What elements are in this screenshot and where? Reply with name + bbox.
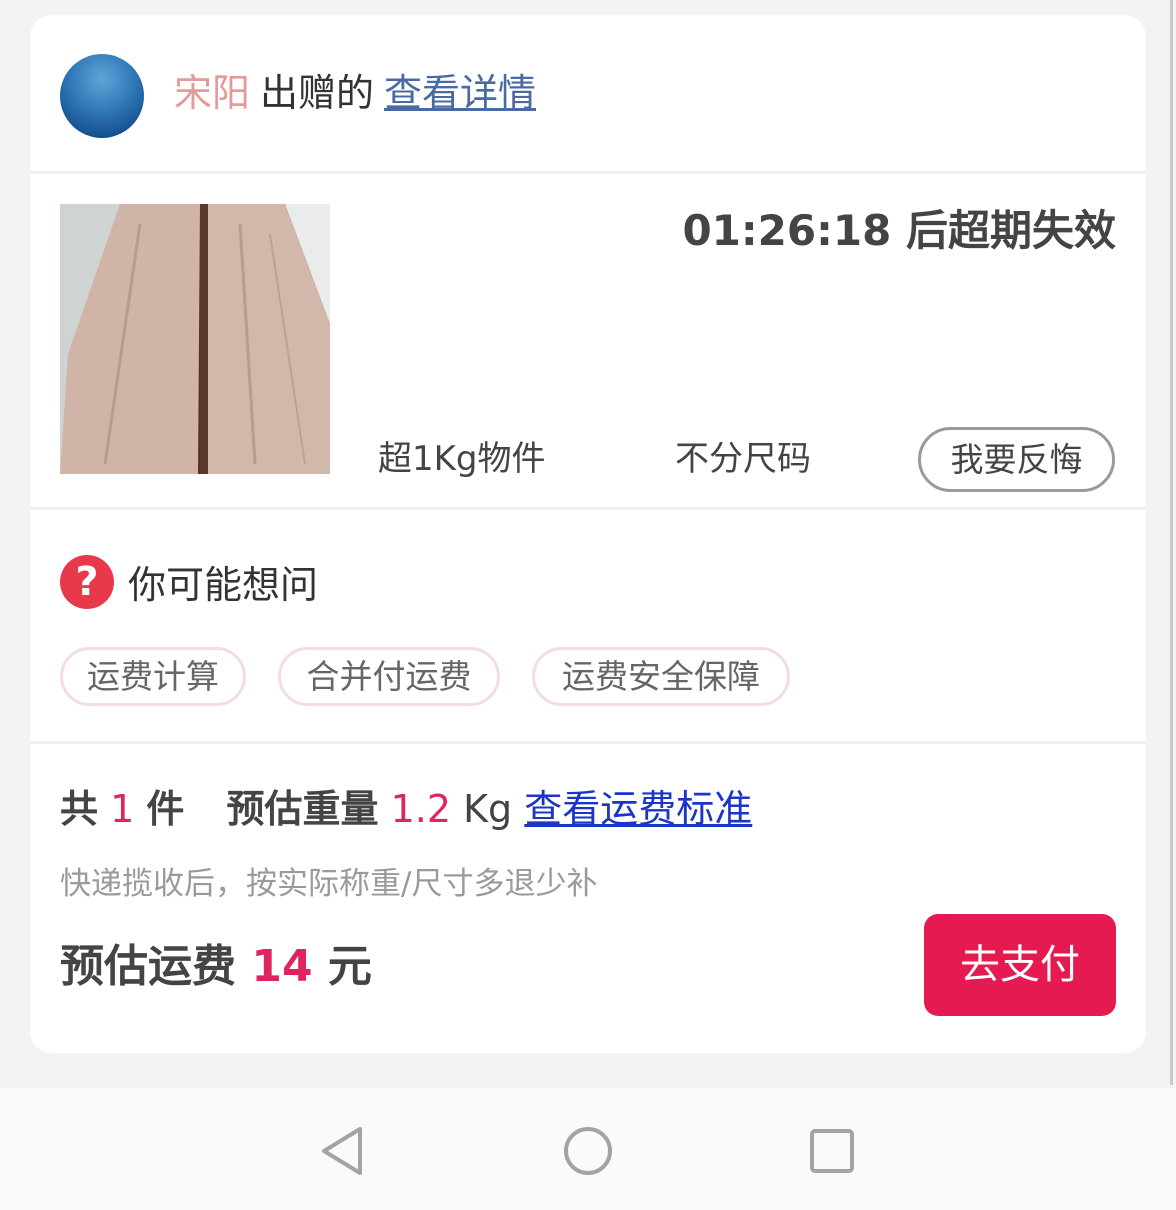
gave-text: 出赠的 <box>260 71 375 115</box>
size-tag: 不分尺码 <box>675 439 811 479</box>
pay-button[interactable]: 去支付 <box>924 914 1116 1016</box>
weight-unit: Kg <box>463 787 513 831</box>
faq-chip-shipping-calc[interactable]: 运费计算 <box>60 647 246 706</box>
view-details-link[interactable]: 查看详情 <box>384 71 536 115</box>
fee-value: 14 <box>251 941 313 992</box>
estimated-fee: 预估运费 14 元 <box>60 937 372 997</box>
divider <box>30 507 1146 510</box>
scrollbar[interactable] <box>1170 0 1173 1085</box>
item-photo[interactable] <box>60 204 330 474</box>
divider <box>30 741 1146 744</box>
triangle-back-icon[interactable] <box>312 1121 372 1181</box>
faq-chip-shipping-protection[interactable]: 运费安全保障 <box>532 647 790 706</box>
count-unit: 件 <box>146 787 185 831</box>
shipping-standard-link[interactable]: 查看运费标准 <box>524 787 752 831</box>
weight-tag: 超1Kg物件 <box>378 439 546 479</box>
regret-button[interactable]: 我要反悔 <box>918 427 1115 492</box>
faq-chip-combined-payment[interactable]: 合并付运费 <box>278 647 500 706</box>
fee-unit: 元 <box>327 941 372 992</box>
circle-home-icon[interactable] <box>558 1121 618 1181</box>
square-recent-icon[interactable] <box>802 1121 862 1181</box>
order-summary-line: 共 1 件 预估重量 1.2 Kg 查看运费标准 <box>60 781 752 837</box>
fee-label: 预估运费 <box>60 941 236 992</box>
weight-value: 1.2 <box>390 787 452 831</box>
weight-label: 预估重量 <box>226 787 379 831</box>
system-navigation-bar <box>0 1088 1176 1210</box>
divider <box>30 171 1146 174</box>
question-circle-icon: ? <box>60 555 114 609</box>
giver-name[interactable]: 宋阳 <box>174 71 250 115</box>
curtain-photo-illustration <box>60 204 330 474</box>
gift-order-card: 宋阳 出赠的 查看详情 01:26:18 后超期失效 超1Kg物件 不分尺码 我要反… <box>30 15 1146 1053</box>
giver-line: 宋阳 出赠的 查看详情 <box>174 65 536 121</box>
total-label: 共 <box>60 787 99 831</box>
avatar[interactable] <box>60 54 144 138</box>
item-count: 1 <box>110 787 135 831</box>
faq-title: 你可能想问 <box>128 563 319 607</box>
weight-adjustment-note: 快递揽收后，按实际称重/尺寸多退少补 <box>60 866 598 902</box>
expiry-countdown: 01:26:18 后超期失效 <box>682 206 1116 255</box>
